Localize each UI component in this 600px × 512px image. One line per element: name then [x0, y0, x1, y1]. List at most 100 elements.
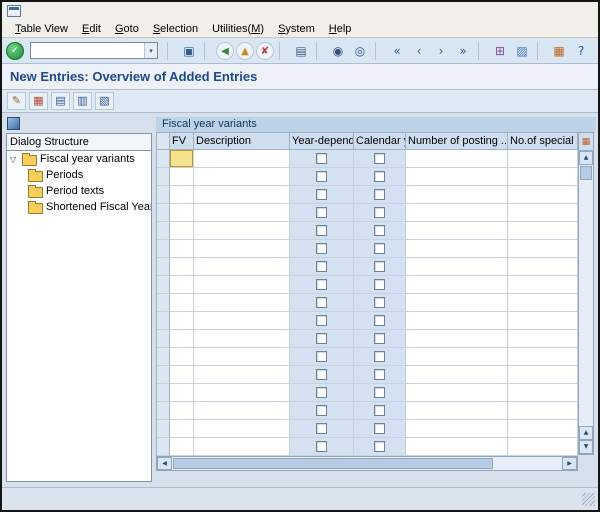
- cell-checkbox[interactable]: [316, 225, 327, 236]
- shortcut-icon[interactable]: ▨: [512, 41, 532, 61]
- table-cell[interactable]: [194, 420, 290, 438]
- table-cell[interactable]: [354, 222, 406, 240]
- command-field[interactable]: [31, 44, 144, 57]
- delete-entry-icon[interactable]: ▤: [51, 92, 70, 110]
- row-selector[interactable]: [157, 384, 170, 402]
- table-cell[interactable]: [194, 222, 290, 240]
- column-header-year-depend[interactable]: Year-depend..: [290, 133, 354, 150]
- row-selector[interactable]: [157, 168, 170, 186]
- row-selector[interactable]: [157, 312, 170, 330]
- row-selector[interactable]: [157, 204, 170, 222]
- menu-utilities-m[interactable]: Utilities(M): [205, 22, 271, 36]
- table-cell[interactable]: [354, 366, 406, 384]
- table-cell[interactable]: [194, 330, 290, 348]
- table-cell[interactable]: [170, 168, 194, 186]
- table-cell[interactable]: [354, 348, 406, 366]
- table-cell[interactable]: [170, 240, 194, 258]
- table-cell[interactable]: [170, 276, 194, 294]
- table-cell[interactable]: [508, 438, 578, 456]
- table-cell[interactable]: [194, 204, 290, 222]
- table-cell[interactable]: [290, 222, 354, 240]
- table-cell[interactable]: [194, 438, 290, 456]
- row-selector[interactable]: [157, 240, 170, 258]
- table-cell[interactable]: [508, 240, 578, 258]
- cell-checkbox[interactable]: [316, 297, 327, 308]
- cell-checkbox[interactable]: [374, 225, 385, 236]
- vertical-scroll-track[interactable]: [579, 181, 593, 426]
- table-cell[interactable]: [290, 312, 354, 330]
- cell-checkbox[interactable]: [374, 423, 385, 434]
- table-cell[interactable]: [170, 312, 194, 330]
- table-cell[interactable]: [194, 402, 290, 420]
- row-selector[interactable]: [157, 330, 170, 348]
- cell-checkbox[interactable]: [316, 405, 327, 416]
- row-selector[interactable]: [157, 366, 170, 384]
- table-cell[interactable]: [406, 276, 508, 294]
- menu-edit[interactable]: Edit: [75, 22, 108, 36]
- new-session-icon[interactable]: ⊞: [490, 41, 510, 61]
- table-cell[interactable]: [194, 366, 290, 384]
- help-icon[interactable]: ?: [571, 41, 591, 61]
- cell-checkbox[interactable]: [316, 207, 327, 218]
- tree-item-period-texts[interactable]: Period texts: [7, 183, 151, 199]
- table-cell[interactable]: [406, 222, 508, 240]
- table-cell[interactable]: [508, 384, 578, 402]
- table-cell[interactable]: [290, 150, 354, 168]
- table-cell[interactable]: [290, 330, 354, 348]
- table-cell[interactable]: [508, 186, 578, 204]
- table-cell[interactable]: [406, 312, 508, 330]
- next-page-icon[interactable]: ›: [431, 41, 451, 61]
- undo-change-icon[interactable]: ▥: [73, 92, 92, 110]
- cell-checkbox[interactable]: [316, 387, 327, 398]
- table-cell[interactable]: [290, 276, 354, 294]
- table-cell[interactable]: [406, 186, 508, 204]
- table-cell[interactable]: [406, 384, 508, 402]
- menu-system[interactable]: System: [271, 22, 322, 36]
- table-cell[interactable]: [170, 186, 194, 204]
- column-header-number-of-posting[interactable]: Number of posting ...: [406, 133, 508, 150]
- choose-icon[interactable]: ✎: [7, 92, 26, 110]
- table-cell[interactable]: [290, 186, 354, 204]
- row-selector[interactable]: [157, 186, 170, 204]
- table-cell[interactable]: [290, 402, 354, 420]
- table-cell[interactable]: [170, 438, 194, 456]
- cell-checkbox[interactable]: [316, 261, 327, 272]
- column-header-fv[interactable]: FV: [170, 133, 194, 150]
- table-cell[interactable]: [194, 276, 290, 294]
- table-cell[interactable]: [508, 366, 578, 384]
- cell-checkbox[interactable]: [374, 297, 385, 308]
- table-cell[interactable]: [354, 420, 406, 438]
- cell-checkbox[interactable]: [316, 171, 327, 182]
- table-cell[interactable]: [508, 258, 578, 276]
- table-cell[interactable]: [194, 294, 290, 312]
- program-icon[interactable]: [7, 5, 21, 17]
- menu-selection[interactable]: Selection: [146, 22, 205, 36]
- table-cell[interactable]: [508, 348, 578, 366]
- table-cell[interactable]: [406, 420, 508, 438]
- table-cell[interactable]: [508, 168, 578, 186]
- table-cell[interactable]: [290, 258, 354, 276]
- column-header-calendar-yr[interactable]: Calendar yr: [354, 133, 406, 150]
- cell-checkbox[interactable]: [316, 243, 327, 254]
- table-cell[interactable]: [406, 240, 508, 258]
- cell-checkbox[interactable]: [316, 315, 327, 326]
- table-cell[interactable]: [354, 294, 406, 312]
- select-all-icon[interactable]: ▧: [95, 92, 114, 110]
- table-config-icon[interactable]: ▦: [579, 133, 593, 151]
- cell-checkbox[interactable]: [374, 315, 385, 326]
- command-dropdown-icon[interactable]: ▾: [144, 43, 157, 58]
- table-cell[interactable]: [354, 312, 406, 330]
- cell-checkbox[interactable]: [316, 369, 327, 380]
- horizontal-scroll-thumb[interactable]: [173, 458, 493, 469]
- cell-checkbox[interactable]: [374, 387, 385, 398]
- table-cell[interactable]: [194, 168, 290, 186]
- exit-icon[interactable]: ▲: [236, 42, 254, 60]
- copy-as-icon[interactable]: ▦: [29, 92, 48, 110]
- table-cell[interactable]: [170, 402, 194, 420]
- cell-checkbox[interactable]: [316, 189, 327, 200]
- find-icon[interactable]: ◉: [328, 41, 348, 61]
- cell-checkbox[interactable]: [374, 441, 385, 452]
- table-cell[interactable]: [170, 384, 194, 402]
- row-selector[interactable]: [157, 402, 170, 420]
- table-cell[interactable]: [170, 294, 194, 312]
